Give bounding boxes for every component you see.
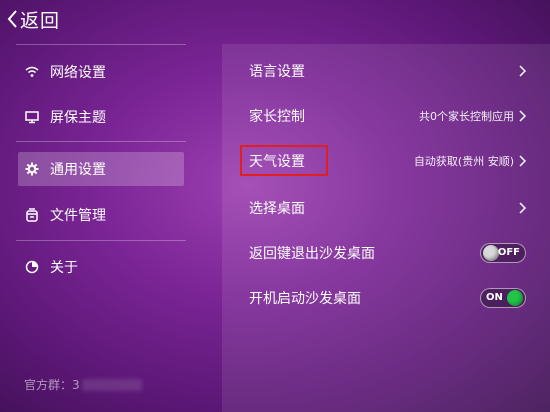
wifi-icon — [24, 64, 40, 80]
sidebar-item-screensaver[interactable]: 屏保主题 — [18, 100, 184, 134]
setting-value: OFF — [480, 243, 526, 263]
settings-panel: 语言设置 家长控制 共0个家长控制应用 天气设置 自动获取(贵州 安顺) 选择桌… — [222, 44, 550, 412]
setting-value-text: 自动获取(贵州 安顺) — [413, 155, 514, 168]
info-icon — [24, 259, 40, 275]
blurred-number — [81, 378, 142, 391]
setting-value: 共0个家长控制应用 — [419, 108, 526, 124]
sidebar-item-label: 屏保主题 — [50, 110, 106, 126]
sidebar-item-label: 通用设置 — [50, 162, 106, 178]
sidebar: 网络设置 屏保主题 通用设置 文件管理 关于 — [0, 44, 190, 412]
boot-start-toggle[interactable]: ON — [480, 288, 526, 308]
back-exit-toggle[interactable]: OFF — [480, 243, 526, 263]
setting-value-text: 共0个家长控制应用 — [419, 110, 514, 123]
toggle-knob — [483, 245, 499, 261]
setting-label: 开机启动沙发桌面 — [249, 291, 361, 307]
back-label: 返回 — [20, 9, 61, 32]
toggle-state: ON — [486, 292, 503, 303]
divider — [16, 141, 186, 142]
chevron-right-icon — [519, 155, 526, 167]
footer-text: 官方群：3 — [24, 378, 80, 392]
monitor-icon — [24, 109, 40, 125]
sidebar-item-network[interactable]: 网络设置 — [18, 55, 184, 89]
setting-label: 选择桌面 — [249, 201, 305, 217]
chevron-right-icon — [519, 110, 526, 122]
divider — [16, 240, 186, 241]
sidebar-item-label: 关于 — [50, 260, 78, 276]
chevron-right-icon — [519, 65, 526, 77]
setting-label: 语言设置 — [249, 64, 305, 80]
setting-row-language[interactable]: 语言设置 — [222, 48, 538, 94]
chevron-right-icon — [519, 202, 526, 214]
sidebar-item-about[interactable]: 关于 — [18, 250, 184, 284]
setting-value — [514, 65, 526, 77]
sidebar-item-general[interactable]: 通用设置 — [18, 152, 184, 186]
setting-value — [514, 202, 526, 214]
sidebar-item-label: 网络设置 — [50, 65, 106, 81]
toggle-state: OFF — [497, 247, 520, 258]
selection-highlight — [240, 145, 328, 176]
footer-qq-group: 官方群：3 — [24, 376, 142, 393]
setting-label: 返回键退出沙发桌面 — [249, 246, 375, 262]
setting-row-boot-start: 开机启动沙发桌面 ON — [222, 275, 538, 321]
setting-value: 自动获取(贵州 安顺) — [414, 153, 526, 169]
back-button[interactable]: 返回 — [6, 4, 60, 34]
setting-value: ON — [480, 288, 526, 308]
sidebar-item-label: 文件管理 — [50, 208, 106, 224]
sidebar-item-file-manager[interactable]: 文件管理 — [18, 198, 184, 232]
file-manager-icon — [24, 207, 40, 223]
setting-label: 家长控制 — [249, 109, 305, 125]
toggle-knob — [507, 290, 523, 306]
setting-row-parental-control[interactable]: 家长控制 共0个家长控制应用 — [222, 93, 538, 139]
setting-row-back-exit: 返回键退出沙发桌面 OFF — [222, 230, 538, 276]
chevron-left-icon — [7, 10, 17, 28]
gear-icon — [24, 161, 40, 177]
divider — [16, 44, 186, 45]
setting-row-desktop[interactable]: 选择桌面 — [222, 185, 538, 231]
